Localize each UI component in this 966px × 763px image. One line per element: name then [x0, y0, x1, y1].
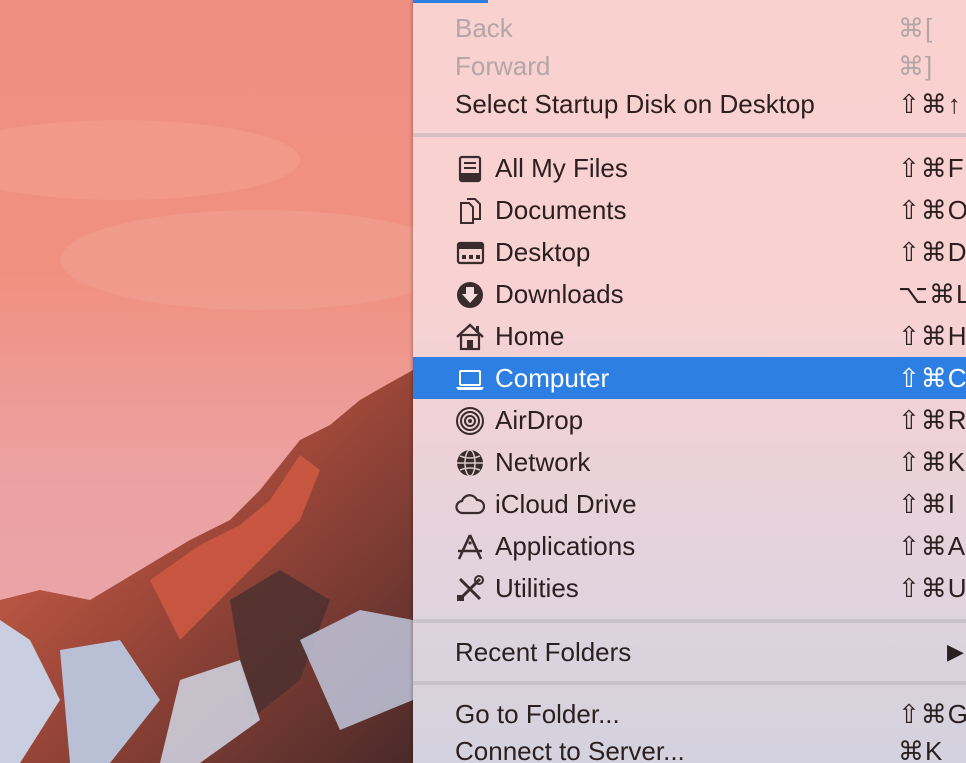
menu-item-label: Computer: [495, 363, 610, 393]
menu-item-go-to-folder[interactable]: Go to Folder... ⇧⌘G: [413, 693, 966, 735]
menu-item-label: Home: [495, 321, 565, 351]
menu-item-label: Network: [495, 447, 591, 477]
menu-separator: [413, 619, 966, 623]
menu-item-utilities[interactable]: Utilities ⇧⌘U: [413, 567, 966, 609]
menu-item-shortcut: ⇧⌘A: [898, 531, 966, 561]
menu-item-label: Documents: [495, 195, 627, 225]
utilities-icon: [455, 575, 485, 603]
menu-item-label: Select Startup Disk on Desktop: [455, 89, 815, 119]
menu-item-label: Desktop: [495, 237, 591, 267]
menu-item-label: All My Files: [495, 153, 628, 183]
network-icon: [455, 449, 485, 477]
downloads-icon: [455, 281, 485, 309]
menu-item-label: iCloud Drive: [495, 489, 637, 519]
menu-item-label: Go to Folder...: [455, 699, 620, 729]
menu-item-icloud-drive[interactable]: iCloud Drive ⇧⌘I: [413, 483, 966, 525]
all-files-icon: [455, 155, 485, 183]
menu-item-all-my-files[interactable]: All My Files ⇧⌘F: [413, 147, 966, 189]
menu-item-connect-to-server[interactable]: Connect to Server... ⌘K: [413, 730, 966, 763]
desktop-icon: [455, 239, 485, 267]
menu-item-network[interactable]: Network ⇧⌘K: [413, 441, 966, 483]
menu-item-shortcut: ⌘]: [898, 51, 934, 81]
menu-item-shortcut: ⌘[: [898, 13, 934, 43]
menu-item-select-startup-disk[interactable]: Select Startup Disk on Desktop ⇧⌘↑: [413, 83, 966, 125]
applications-icon: [455, 533, 485, 561]
menu-item-label: Forward: [455, 51, 551, 81]
menu-item-airdrop[interactable]: AirDrop ⇧⌘R: [413, 399, 966, 441]
airdrop-icon: [455, 407, 485, 435]
icloud-icon: [455, 491, 485, 519]
menu-item-documents[interactable]: Documents ⇧⌘O: [413, 189, 966, 231]
menu-item-computer[interactable]: Computer ⇧⌘C: [413, 357, 966, 399]
menu-item-shortcut: ⇧⌘C: [898, 363, 966, 393]
menu-item-downloads[interactable]: Downloads ⌥⌘L: [413, 273, 966, 315]
menu-item-label: AirDrop: [495, 405, 584, 435]
menu-separator: [413, 133, 966, 137]
documents-icon: [455, 197, 485, 225]
menu-item-shortcut: ⇧⌘O: [898, 195, 966, 225]
menu-item-shortcut: ⇧⌘F: [898, 153, 965, 183]
menu-item-shortcut: ⇧⌘K: [898, 447, 966, 477]
menu-item-label: Connect to Server...: [455, 736, 685, 763]
menu-item-label: Back: [455, 13, 513, 43]
menu-item-shortcut: ⇧⌘R: [898, 405, 966, 435]
menu-item-label: Downloads: [495, 279, 624, 309]
menu-item-desktop[interactable]: Desktop ⇧⌘D: [413, 231, 966, 273]
computer-icon: [455, 365, 485, 393]
home-icon: [455, 323, 485, 351]
menu-separator: [413, 681, 966, 685]
submenu-arrow-icon: ▶: [947, 639, 964, 664]
menu-item-shortcut: ⇧⌘U: [898, 573, 966, 603]
menu-item-recent-folders[interactable]: Recent Folders ▶: [413, 631, 966, 673]
menu-item-forward[interactable]: Forward ⌘]: [413, 45, 966, 87]
menu-item-label: Utilities: [495, 573, 579, 603]
menu-item-label: Applications: [495, 531, 636, 561]
menu-item-shortcut: ⇧⌘D: [898, 237, 966, 267]
menu-item-shortcut: ⌥⌘L: [898, 279, 966, 309]
menu-item-shortcut: ⇧⌘G: [898, 699, 966, 729]
menu-item-shortcut: ⇧⌘↑: [898, 89, 962, 119]
menu-item-label: Recent Folders: [455, 637, 632, 667]
go-menu: Back ⌘[ Forward ⌘] Select Startup Disk o…: [413, 0, 966, 763]
screen: Back ⌘[ Forward ⌘] Select Startup Disk o…: [0, 0, 966, 763]
menu-item-shortcut: ⇧⌘H: [898, 321, 966, 351]
menu-item-back[interactable]: Back ⌘[: [413, 7, 966, 49]
menu-item-shortcut: ⇧⌘I: [898, 489, 957, 519]
menu-title-highlight: [413, 0, 488, 3]
menu-item-applications[interactable]: Applications ⇧⌘A: [413, 525, 966, 567]
menu-item-home[interactable]: Home ⇧⌘H: [413, 315, 966, 357]
menu-item-shortcut: ⌘K: [898, 736, 944, 763]
